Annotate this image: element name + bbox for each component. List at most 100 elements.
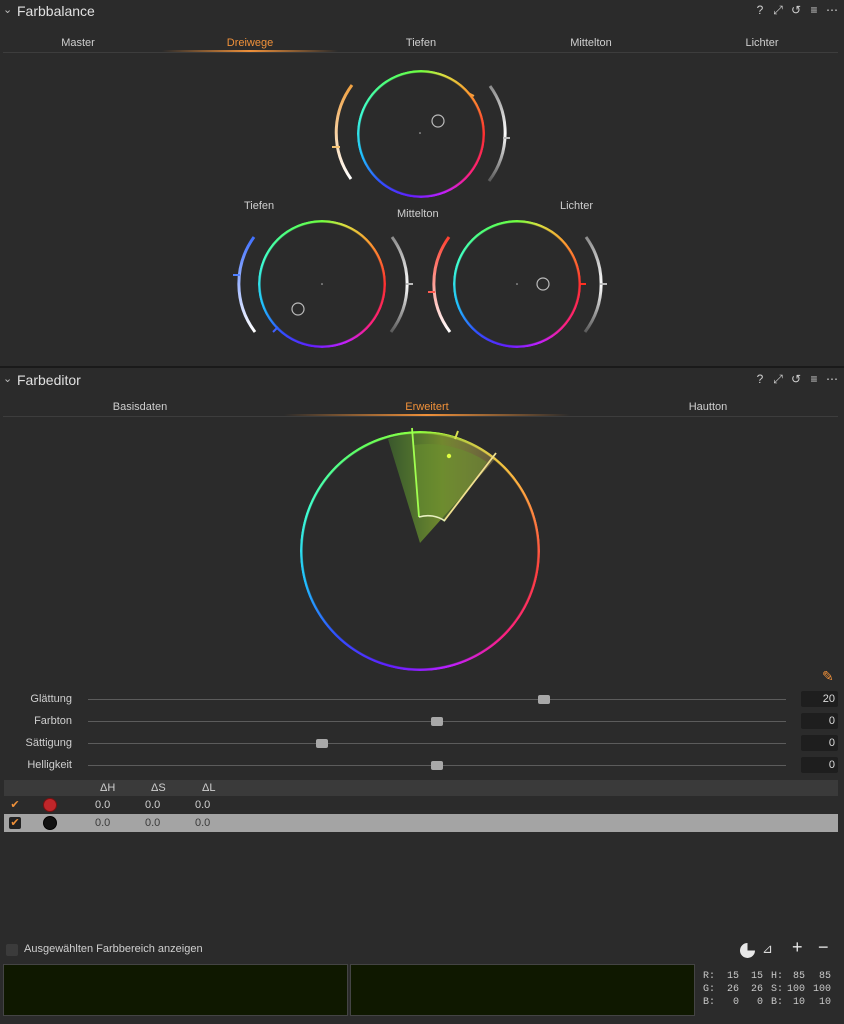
active-tab-underline	[162, 50, 338, 52]
column-header-dh: ΔH	[100, 782, 116, 794]
cell-dl: 0.0	[195, 817, 211, 829]
tab-dreiwege[interactable]: Dreiwege	[205, 37, 295, 49]
slider-label: Farbton	[34, 715, 72, 727]
slider-farbton: Farbton 0	[0, 713, 844, 731]
midtones-saturation-arc[interactable]	[334, 84, 354, 180]
reset-icon[interactable]: ↺	[790, 371, 802, 387]
menu-icon[interactable]: ≡	[808, 371, 820, 387]
slider-saettigung: Sättigung 0	[0, 735, 844, 753]
column-header-ds: ΔS	[151, 782, 166, 794]
tab-lichter[interactable]: Lichter	[722, 37, 802, 49]
color-swatch[interactable]	[43, 798, 57, 812]
column-header-dl: ΔL	[202, 782, 216, 794]
panel-divider	[0, 366, 844, 368]
readout-value: 85	[792, 971, 805, 982]
show-range-checkbox[interactable]	[6, 944, 18, 956]
readout-value: 100	[812, 984, 831, 995]
row-checkbox[interactable]: ✔	[9, 817, 21, 829]
row-checkbox[interactable]: ✔	[9, 799, 21, 811]
after-preview	[350, 964, 695, 1016]
highlights-hue-ring[interactable]	[453, 220, 581, 348]
cell-ds: 0.0	[145, 799, 161, 811]
more-icon[interactable]: ⋯	[826, 2, 838, 18]
readout-label: H:	[771, 971, 784, 982]
readout-label: R:	[703, 971, 716, 982]
color-swatch[interactable]	[43, 816, 57, 830]
tab-divider	[3, 416, 838, 417]
slider-track[interactable]	[88, 699, 786, 700]
slider-thumb[interactable]	[431, 761, 443, 770]
readout-value: 15	[726, 971, 739, 982]
shadows-saturation-arc[interactable]	[237, 236, 257, 333]
highlights-saturation-arc[interactable]	[432, 236, 452, 333]
tab-basisdaten[interactable]: Basisdaten	[100, 401, 180, 413]
tab-divider	[3, 52, 838, 53]
panel-title: Farbbalance	[17, 3, 95, 19]
slider-label: Helligkeit	[27, 759, 72, 771]
readout-value: 26	[726, 984, 739, 995]
collapse-chevron-icon[interactable]: ⌄	[3, 3, 12, 16]
collapse-chevron-icon[interactable]: ⌄	[3, 372, 12, 385]
table-row-selected[interactable]: ✔ 0.0 0.0 0.0	[4, 814, 838, 832]
eyedropper-icon[interactable]: ✎	[822, 668, 834, 685]
readout-value: 85	[818, 971, 831, 982]
expand-icon[interactable]: ⤢	[772, 2, 784, 18]
help-icon[interactable]: ?	[754, 2, 766, 18]
remove-icon[interactable]: −	[818, 937, 829, 958]
panel-toolbar: ? ⤢ ↺ ≡ ⋯	[754, 371, 838, 387]
picker-cone-icon[interactable]: ⊿	[762, 941, 773, 957]
tab-tiefen[interactable]: Tiefen	[381, 37, 461, 49]
tab-mittelton[interactable]: Mittelton	[546, 37, 636, 49]
shadows-hue-ring[interactable]	[258, 220, 386, 348]
slider-thumb[interactable]	[431, 717, 443, 726]
expand-icon[interactable]: ⤢	[772, 371, 784, 387]
midtones-lightness-arc[interactable]	[487, 85, 507, 182]
slider-value-field[interactable]: 0	[801, 713, 838, 729]
farbeditor-header: ⌄ Farbeditor ? ⤢ ↺ ≡ ⋯	[0, 369, 844, 393]
slider-track[interactable]	[88, 743, 786, 744]
readout-value: 100	[786, 984, 805, 995]
readout-value: 10	[818, 997, 831, 1008]
tab-master[interactable]: Master	[38, 37, 118, 49]
slider-thumb[interactable]	[538, 695, 550, 704]
tab-erweitert[interactable]: Erweitert	[387, 401, 467, 413]
more-icon[interactable]: ⋯	[826, 371, 838, 387]
readout-label: B:	[771, 997, 784, 1008]
slider-helligkeit: Helligkeit 0	[0, 757, 844, 775]
color-range-selector[interactable]	[300, 425, 540, 675]
panel-title: Farbeditor	[17, 372, 81, 388]
shadows-lightness-arc[interactable]	[389, 236, 409, 333]
add-icon[interactable]: +	[792, 937, 803, 958]
slider-label: Glättung	[30, 693, 72, 705]
color-readout: R: 15 15 H: 85 85 G: 26 26 S: 100 100 B:…	[696, 964, 838, 1016]
slider-value-field[interactable]: 20	[801, 691, 838, 707]
selected-color-point[interactable]	[446, 453, 452, 459]
midtones-hue-ring[interactable]	[357, 70, 485, 198]
slider-thumb[interactable]	[316, 739, 328, 748]
readout-value: 10	[792, 997, 805, 1008]
highlights-lightness-arc[interactable]	[583, 236, 603, 333]
show-range-label: Ausgewählten Farbbereich anzeigen	[24, 943, 203, 955]
slider-value-field[interactable]: 0	[801, 757, 838, 773]
table-row[interactable]: ✔ 0.0 0.0 0.0	[4, 796, 838, 814]
color-table-header: ΔH ΔS ΔL	[4, 780, 838, 796]
midtones-wheel-label: Mittelton	[397, 208, 439, 220]
shadows-wheel-label: Tiefen	[244, 200, 275, 212]
readout-row: G: 26 26 S: 100 100	[703, 984, 833, 996]
slider-glaettung: Glättung 20	[0, 691, 844, 709]
before-preview	[3, 964, 348, 1016]
reset-icon[interactable]: ↺	[790, 2, 802, 18]
readout-value: 26	[750, 984, 763, 995]
slider-value-field[interactable]: 0	[801, 735, 838, 751]
tab-hautton[interactable]: Hautton	[668, 401, 748, 413]
cell-dl: 0.0	[195, 799, 211, 811]
readout-label: B:	[703, 997, 716, 1008]
pie-view-icon[interactable]	[740, 943, 755, 958]
help-icon[interactable]: ?	[754, 371, 766, 387]
cell-ds: 0.0	[145, 817, 161, 829]
menu-icon[interactable]: ≡	[808, 2, 820, 18]
readout-label: S:	[771, 984, 784, 995]
readout-value: 15	[750, 971, 763, 982]
panel-toolbar: ? ⤢ ↺ ≡ ⋯	[754, 2, 838, 18]
slider-label: Sättigung	[25, 737, 72, 749]
